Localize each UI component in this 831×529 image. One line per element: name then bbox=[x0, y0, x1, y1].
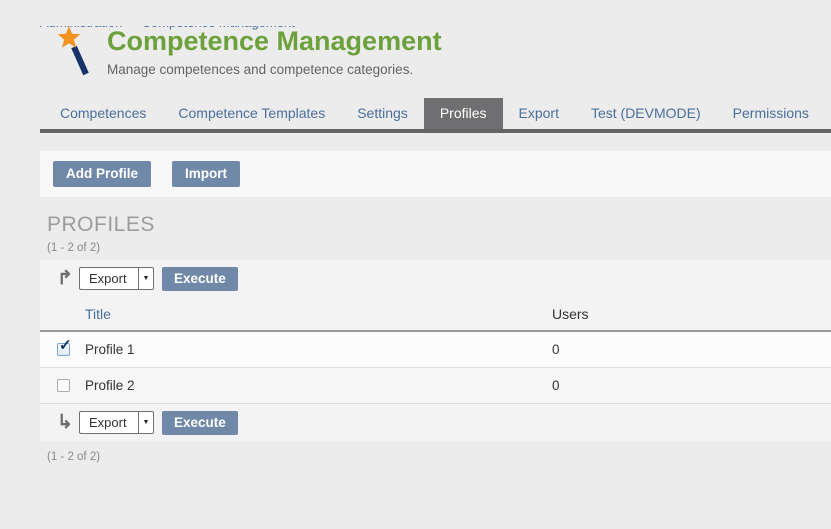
tab-competences[interactable]: Competences bbox=[44, 98, 162, 129]
tab-settings[interactable]: Settings bbox=[341, 98, 424, 129]
execute-button-bottom[interactable]: Execute bbox=[162, 411, 238, 435]
breadcrumb-separator: » bbox=[122, 26, 141, 30]
table-row: Profile 2 0 bbox=[40, 368, 831, 404]
select-caret-icon[interactable]: ▼ bbox=[138, 268, 153, 289]
cell-title: Profile 1 bbox=[85, 342, 552, 357]
tab-export[interactable]: Export bbox=[503, 98, 575, 129]
tab-test-devmode[interactable]: Test (DEVMODE) bbox=[575, 98, 717, 129]
bulk-action-selected-value: Export bbox=[80, 412, 138, 433]
tab-bar: Competences Competence Templates Setting… bbox=[0, 98, 831, 133]
apply-below-arrow-icon: ↱ bbox=[57, 269, 73, 288]
action-toolbar: Add Profile Import bbox=[40, 151, 831, 197]
bulk-action-selected-value: Export bbox=[80, 268, 138, 289]
row-checkbox-profile-2[interactable] bbox=[57, 379, 70, 392]
checkmark-icon: ✓ bbox=[59, 338, 72, 353]
table-row: ✓ Profile 1 0 bbox=[40, 332, 831, 368]
column-header-title[interactable]: Title bbox=[85, 306, 552, 322]
bulk-action-select-top[interactable]: Export ▼ bbox=[79, 267, 154, 290]
result-range-top: (1 - 2 of 2) bbox=[47, 242, 831, 254]
breadcrumb: Administration»Competence Management bbox=[40, 26, 440, 31]
magic-wand-icon bbox=[56, 26, 94, 78]
tab-profiles[interactable]: Profiles bbox=[424, 98, 503, 129]
cell-title: Profile 2 bbox=[85, 378, 552, 393]
page-subtitle: Manage competences and competence catego… bbox=[107, 62, 442, 77]
bulk-action-row-top: ↱ Export ▼ Execute bbox=[40, 260, 831, 297]
page-header: Competence Management Manage competences… bbox=[56, 26, 831, 78]
select-caret-icon[interactable]: ▼ bbox=[138, 412, 153, 433]
profiles-heading: PROFILES bbox=[47, 213, 831, 237]
table-header-row: Title Users bbox=[40, 297, 831, 332]
bulk-action-select-bottom[interactable]: Export ▼ bbox=[79, 411, 154, 434]
import-button[interactable]: Import bbox=[172, 161, 240, 187]
tab-underline bbox=[40, 129, 831, 133]
breadcrumb-link-administration[interactable]: Administration bbox=[40, 26, 122, 30]
cell-users: 0 bbox=[552, 342, 831, 357]
profiles-table-panel: ↱ Export ▼ Execute Title Users ✓ Profile… bbox=[40, 260, 831, 441]
breadcrumb-link-competence-management[interactable]: Competence Management bbox=[142, 26, 295, 30]
result-range-bottom: (1 - 2 of 2) bbox=[47, 451, 831, 463]
apply-above-arrow-icon: ↳ bbox=[57, 413, 73, 432]
tab-permissions[interactable]: Permissions bbox=[717, 98, 825, 129]
execute-button-top[interactable]: Execute bbox=[162, 267, 238, 291]
add-profile-button[interactable]: Add Profile bbox=[53, 161, 151, 187]
tab-competence-templates[interactable]: Competence Templates bbox=[162, 98, 341, 129]
column-header-users: Users bbox=[552, 306, 831, 322]
profiles-section-header: PROFILES (1 - 2 of 2) bbox=[47, 213, 831, 254]
bulk-action-row-bottom: ↳ Export ▼ Execute bbox=[40, 404, 831, 441]
row-checkbox-profile-1[interactable]: ✓ bbox=[57, 343, 70, 356]
cell-users: 0 bbox=[552, 378, 831, 393]
